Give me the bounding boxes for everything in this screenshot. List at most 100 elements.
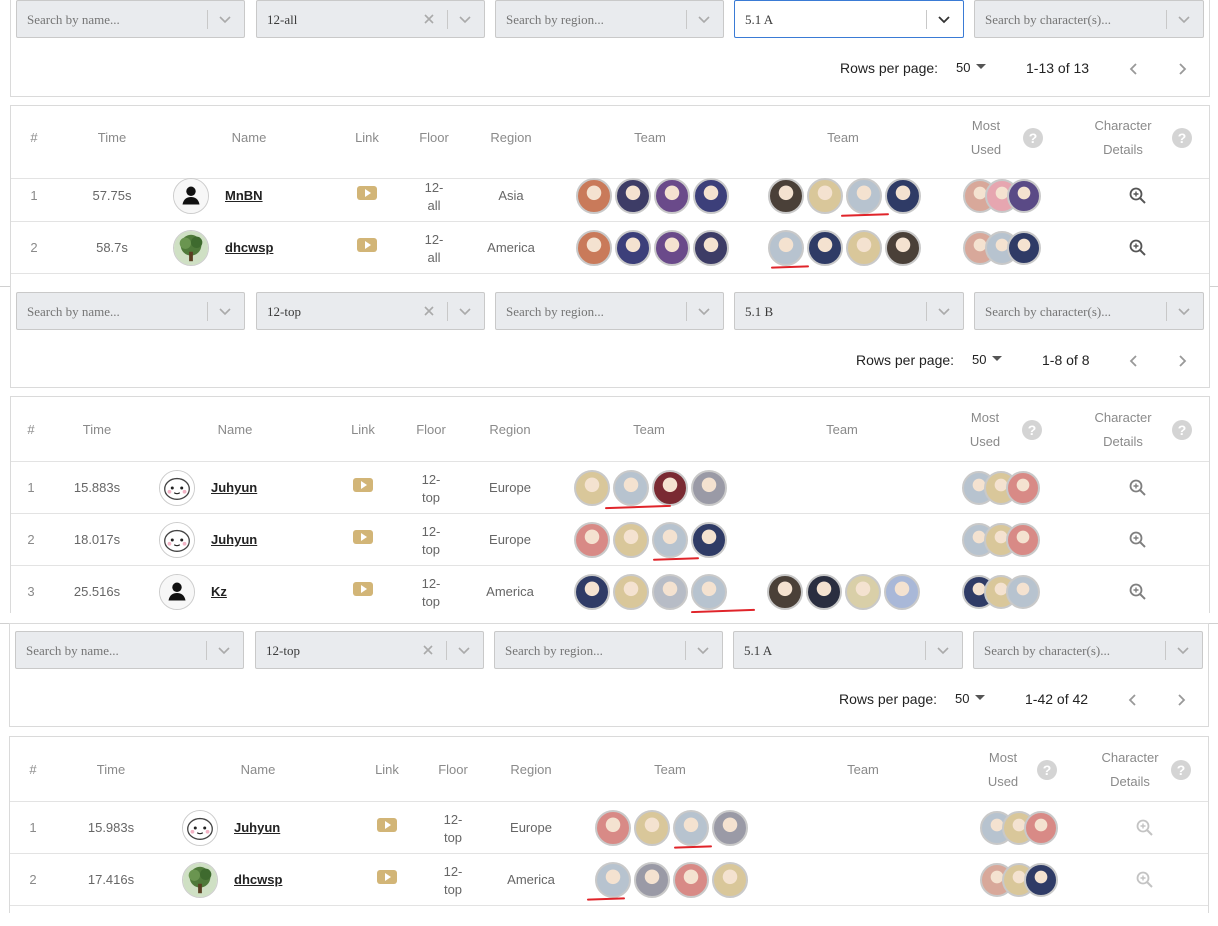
header-time: Time [97, 130, 127, 145]
chevron-down-icon[interactable] [216, 302, 234, 320]
video-link-icon[interactable] [357, 238, 377, 252]
version-filter[interactable]: 5.1 A [734, 0, 964, 38]
header-floor: Floor [438, 761, 468, 777]
cute-face-avatar [159, 522, 195, 558]
chevron-right-icon[interactable] [1172, 351, 1192, 371]
most-used-character-portrait [1006, 471, 1040, 505]
video-link-icon[interactable] [353, 582, 373, 596]
header-team-2: Team [827, 130, 859, 145]
magnify-icon[interactable] [1128, 238, 1148, 258]
magnify-icon[interactable] [1128, 186, 1148, 206]
player-name-link[interactable]: Kz [211, 584, 227, 599]
header-character-details: Character [1101, 749, 1159, 765]
rows-per-page-label: Rows per page: [840, 60, 939, 76]
annotation-underline [770, 265, 810, 269]
chevron-down-icon[interactable] [215, 641, 233, 659]
player-name-link[interactable]: Juhyun [234, 820, 280, 835]
time-cell: 57.75s [92, 188, 132, 203]
chevron-left-icon[interactable] [1124, 351, 1144, 371]
region-filter[interactable]: Search by region... [495, 292, 724, 330]
chevron-down-icon[interactable] [934, 641, 952, 659]
magnify-icon[interactable] [1135, 870, 1155, 890]
player-name-link[interactable]: dhcwsp [225, 240, 273, 255]
magnify-icon[interactable] [1128, 582, 1148, 602]
floor-cell-2: top [421, 490, 441, 505]
default-user-icon [173, 178, 209, 214]
help-icon-most-used[interactable]: ? [1037, 759, 1057, 780]
caret-down-icon[interactable] [975, 695, 985, 700]
chevron-left-icon[interactable] [1123, 690, 1143, 710]
magnify-icon[interactable] [1128, 530, 1148, 550]
video-link-icon[interactable] [377, 870, 397, 884]
player-name-link[interactable]: Juhyun [211, 480, 257, 495]
character-filter[interactable]: Search by character(s)... [974, 0, 1204, 38]
help-icon-most-used[interactable]: ? [1023, 128, 1043, 148]
chevron-down-icon[interactable] [695, 10, 713, 28]
floor-cell-2: all [427, 198, 441, 213]
team-1-character-portrait [654, 178, 690, 214]
rows-per-page-select[interactable]: 50 [972, 352, 986, 367]
character-filter[interactable]: Search by character(s)... [973, 631, 1203, 669]
annotation-underline [673, 845, 713, 849]
chevron-left-icon[interactable] [1124, 59, 1144, 79]
video-link-icon[interactable] [353, 530, 373, 544]
rows-per-page-select[interactable]: 50 [956, 60, 970, 75]
chevron-down-icon[interactable] [1175, 10, 1193, 28]
video-link-icon[interactable] [353, 478, 373, 492]
chevron-down-icon[interactable] [695, 302, 713, 320]
clear-icon[interactable] [420, 302, 438, 320]
chevron-right-icon[interactable] [1172, 59, 1192, 79]
clear-icon[interactable] [419, 641, 437, 659]
clear-icon[interactable] [420, 10, 438, 28]
chevron-down-icon[interactable] [456, 10, 474, 28]
header-rank: # [30, 130, 38, 145]
player-name-link[interactable]: MnBN [225, 188, 263, 203]
caret-down-icon[interactable] [976, 64, 986, 69]
name-filter[interactable]: Search by name... [16, 0, 245, 38]
player-name-link[interactable]: Juhyun [211, 532, 257, 547]
video-link-icon[interactable] [357, 186, 377, 200]
region-cell: America [507, 872, 555, 887]
help-icon-details[interactable]: ? [1172, 128, 1192, 148]
character-filter[interactable]: Search by character(s)... [974, 292, 1204, 330]
chevron-down-icon[interactable] [935, 302, 953, 320]
floor-filter[interactable]: 12-top [256, 292, 485, 330]
pagination-range: 1-42 of 42 [1025, 691, 1089, 707]
region-filter[interactable]: Search by region... [495, 0, 724, 38]
team-1-character-portrait [691, 574, 727, 610]
magnify-icon[interactable] [1135, 818, 1155, 838]
chevron-down-icon[interactable] [935, 10, 953, 28]
help-icon-most-used[interactable]: ? [1022, 419, 1042, 440]
character-filter-placeholder: Search by character(s)... [985, 12, 1111, 27]
help-icon-details[interactable]: ? [1172, 419, 1192, 440]
header-name: Name [217, 421, 253, 437]
leaderboard-view-2: Search by name... 12-top Search by regio… [0, 286, 1218, 613]
rows-per-page-select[interactable]: 50 [955, 691, 969, 706]
region-filter[interactable]: Search by region... [494, 631, 723, 669]
floor-filter[interactable]: 12-all [256, 0, 485, 38]
floor-filter[interactable]: 12-top [255, 631, 484, 669]
version-filter[interactable]: 5.1 B [734, 292, 964, 330]
chevron-down-icon[interactable] [694, 641, 712, 659]
caret-down-icon[interactable] [992, 356, 1002, 361]
team-2-character-portrait [768, 178, 804, 214]
chevron-down-icon[interactable] [1175, 302, 1193, 320]
chevron-down-icon[interactable] [216, 10, 234, 28]
floor-filter-value: 12-all [267, 12, 298, 27]
name-filter[interactable]: Search by name... [16, 292, 245, 330]
header-region: Region [510, 761, 552, 777]
player-name-link[interactable]: dhcwsp [234, 872, 282, 887]
chevron-down-icon[interactable] [1174, 641, 1192, 659]
table-header: # Time Name Link Floor Region Team Team Most Used… [11, 397, 1209, 462]
name-filter[interactable]: Search by name... [15, 631, 244, 669]
chevron-down-icon[interactable] [456, 302, 474, 320]
annotation-underline [652, 557, 700, 561]
video-link-icon[interactable] [377, 818, 397, 832]
version-filter[interactable]: 5.1 A [733, 631, 963, 669]
help-icon-details[interactable]: ? [1171, 759, 1191, 780]
chevron-down-icon[interactable] [455, 641, 473, 659]
time-cell: 15.883s [73, 480, 121, 495]
magnify-icon[interactable] [1128, 478, 1148, 498]
chevron-right-icon[interactable] [1171, 690, 1191, 710]
pagination: Rows per page: 50 1-42 of 42 [799, 688, 1199, 712]
